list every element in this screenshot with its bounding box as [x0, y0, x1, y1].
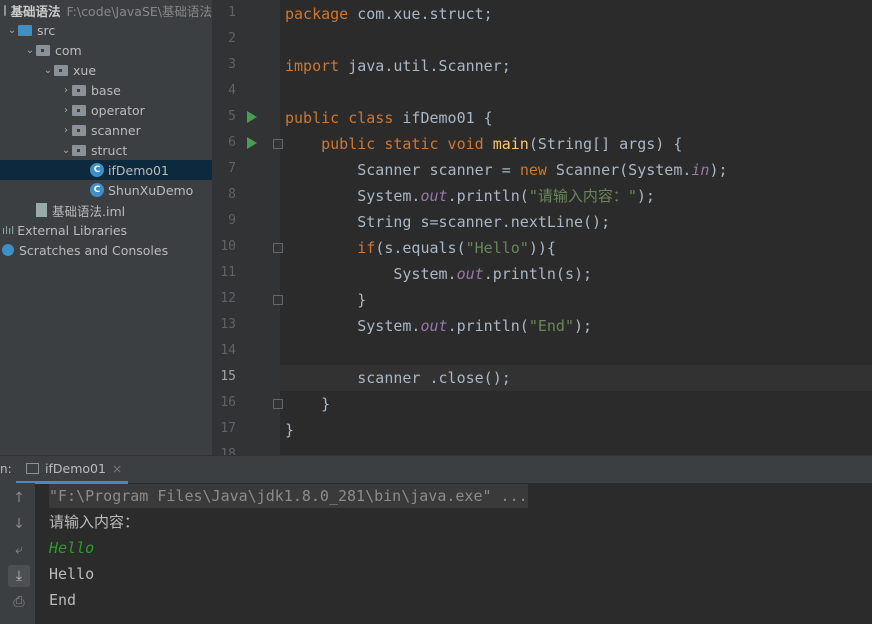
- tree-item--iml[interactable]: 基础语法.iml: [0, 200, 212, 220]
- run-class-icon[interactable]: [247, 111, 257, 123]
- tree-item-label: 基础语法.iml: [52, 203, 126, 219]
- code-line[interactable]: }: [285, 417, 294, 443]
- package-icon: [72, 104, 86, 116]
- code-line[interactable]: if(s.equals("Hello")){: [285, 235, 556, 261]
- console-line: 请输入内容：: [49, 513, 140, 531]
- line-number: 10: [220, 239, 236, 254]
- tree-item-external-libraries[interactable]: ılıl External Libraries: [0, 220, 212, 240]
- tree-item-label: ifDemo01: [108, 162, 169, 178]
- line-number: 4: [228, 83, 236, 98]
- chevron-down-icon[interactable]: ⌄: [60, 145, 72, 156]
- line-number: 1: [228, 5, 236, 20]
- code-line[interactable]: scanner .close();: [285, 365, 511, 391]
- package-icon: [72, 84, 86, 96]
- up-icon[interactable]: ↑: [8, 487, 30, 509]
- project-path: F:\code\JavaSE\基础语法: [66, 3, 212, 19]
- run-main-icon[interactable]: [247, 137, 257, 149]
- line-number: 11: [220, 265, 236, 280]
- line-number: 12: [220, 291, 236, 306]
- code-line[interactable]: public static void main(String[] args) {: [285, 131, 682, 157]
- code-line[interactable]: System.out.println(s);: [285, 261, 592, 287]
- close-tab-icon[interactable]: ×: [112, 461, 122, 476]
- chevron-right-icon[interactable]: ›: [60, 105, 72, 116]
- package-icon: [72, 144, 86, 156]
- java-class-icon: C: [90, 183, 104, 197]
- project-panel: 基础语法 F:\code\JavaSE\基础语法 ⌄ src ⌄ com ⌄ xue › ba…: [0, 0, 212, 455]
- tree-item-scanner[interactable]: › scanner: [0, 120, 212, 140]
- tree-item-label: xue: [73, 62, 97, 78]
- chevron-down-icon[interactable]: ⌄: [42, 65, 54, 76]
- tree-item-label: operator: [91, 102, 145, 118]
- source-folder-icon: [18, 24, 32, 36]
- chevron-down-icon[interactable]: ⌄: [24, 45, 36, 56]
- tree-item-label: Scratches and Consoles: [19, 242, 169, 258]
- line-number: 6: [228, 135, 236, 150]
- line-number: 16: [220, 395, 236, 410]
- line-number: 17: [220, 421, 236, 436]
- tree-item-src[interactable]: ⌄ src: [0, 20, 212, 40]
- console-line: Hello: [49, 565, 95, 583]
- code-line[interactable]: System.out.println("End");: [285, 313, 592, 339]
- code-line[interactable]: package com.xue.struct;: [285, 1, 493, 27]
- console-line: End: [49, 591, 77, 609]
- code-line[interactable]: public class ifDemo01 {: [285, 105, 493, 131]
- code-line[interactable]: String s=scanner.nextLine();: [285, 209, 610, 235]
- code-line[interactable]: import java.util.Scanner;: [285, 53, 511, 79]
- tab-label: ifDemo01: [45, 461, 106, 476]
- run-label: n:: [0, 462, 12, 476]
- tree-item-label: base: [91, 82, 121, 98]
- line-number: 5: [228, 109, 236, 124]
- soft-wrap-icon[interactable]: ⤶: [8, 539, 30, 561]
- down-icon[interactable]: ↓: [8, 513, 30, 535]
- libraries-icon: ılıl: [2, 223, 15, 237]
- console-toolbar: ↑ ↓ ⤶ ⤓ ⎙: [0, 483, 35, 624]
- chevron-right-icon[interactable]: ›: [60, 125, 72, 136]
- console-line: "F:\Program Files\Java\jdk1.8.0_281\bin\…: [49, 484, 528, 508]
- line-number: 3: [228, 57, 236, 72]
- code-line[interactable]: Scanner scanner = new Scanner(System.in)…: [285, 157, 727, 183]
- line-number: 15: [220, 369, 236, 384]
- project-icon: [4, 4, 11, 16]
- package-icon: [72, 124, 86, 136]
- java-class-icon: C: [90, 163, 104, 177]
- line-number: 7: [228, 161, 236, 176]
- print-icon[interactable]: ⎙: [8, 591, 30, 613]
- code-editor[interactable]: package com.xue.struct; import java.util.…: [280, 0, 872, 455]
- tree-item-scratches-and-consoles[interactable]: Scratches and Consoles: [0, 240, 212, 260]
- tree-item-label: scanner: [91, 122, 141, 138]
- tree-item-xue[interactable]: ⌄ xue: [0, 60, 212, 80]
- chevron-right-icon[interactable]: ›: [60, 85, 72, 96]
- tree-item-com[interactable]: ⌄ com: [0, 40, 212, 60]
- console-icon: [26, 463, 39, 474]
- tree-item-label: com: [55, 42, 82, 58]
- tree-item-shunxudemo[interactable]: C ShunXuDemo: [0, 180, 212, 200]
- code-line[interactable]: System.out.println("请输入内容：");: [285, 183, 655, 209]
- module-file-icon: [36, 203, 47, 217]
- package-icon: [36, 44, 50, 56]
- project-root[interactable]: 基础语法 F:\code\JavaSE\基础语法: [0, 0, 212, 20]
- console-line: Hello: [49, 539, 95, 557]
- run-tool-window-header: n: ifDemo01 ×: [0, 455, 872, 484]
- scroll-to-end-icon[interactable]: ⤓: [8, 565, 30, 587]
- tree-item-operator[interactable]: › operator: [0, 100, 212, 120]
- tree-item-label: src: [37, 22, 56, 38]
- chevron-down-icon[interactable]: ⌄: [6, 25, 18, 36]
- scratches-icon: [2, 244, 14, 256]
- tree-item-ifdemo01[interactable]: CifDemo01: [0, 160, 212, 180]
- tree-item-label: struct: [91, 142, 128, 158]
- tree-item-label: External Libraries: [17, 222, 128, 238]
- line-number: 13: [220, 317, 236, 332]
- tree-item-label: ShunXuDemo: [108, 182, 194, 198]
- code-line[interactable]: }: [285, 391, 330, 417]
- tab-ifDemo01[interactable]: ifDemo01 ×: [16, 456, 128, 484]
- line-number: 9: [228, 213, 236, 228]
- line-number: 2: [228, 31, 236, 46]
- line-number: 14: [220, 343, 236, 358]
- code-line[interactable]: }: [285, 287, 366, 313]
- package-icon: [54, 64, 68, 76]
- line-number: 8: [228, 187, 236, 202]
- tree-item-struct[interactable]: ⌄ struct: [0, 140, 212, 160]
- tree-item-base[interactable]: › base: [0, 80, 212, 100]
